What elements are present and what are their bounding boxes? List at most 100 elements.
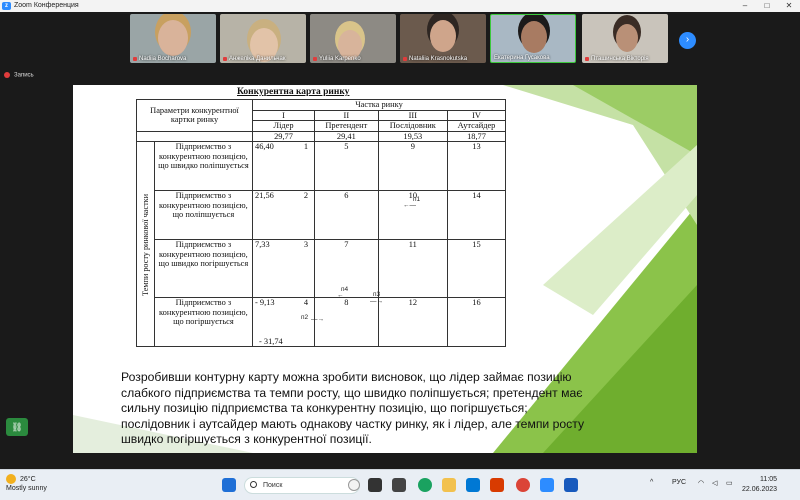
row-value: 7,33: [255, 240, 270, 249]
cell-number: 16: [472, 298, 481, 307]
role-outsider: Аутсайдер: [446, 120, 507, 132]
right-arrow-icon: —→: [311, 316, 324, 323]
table-cell: 7,33 3: [252, 239, 315, 298]
cell-number: 14: [472, 191, 481, 200]
blank-cell: [136, 130, 253, 142]
vertical-axis-label: Темпи росту ринкової частки: [136, 141, 155, 347]
weather-widget[interactable]: 26°C Mostly sunny: [6, 474, 47, 493]
participant-tile[interactable]: Yuliia Karpenko: [310, 14, 396, 63]
role-follower: Послідовник: [377, 120, 448, 132]
battery-icon[interactable]: ▭: [726, 479, 733, 487]
arrow-label: п3: [373, 291, 381, 298]
participant-tile[interactable]: Nadiia Bocharova: [130, 14, 216, 63]
participant-name: Nadiia Bocharova: [139, 56, 187, 62]
cell-number: 11: [408, 240, 417, 249]
table-title: Конкурентна карта ринку: [237, 87, 350, 97]
cell-number: 1: [303, 142, 308, 151]
participant-tile-active[interactable]: Екатерина Гусакова: [490, 14, 576, 63]
next-page-button[interactable]: ›: [679, 32, 696, 49]
close-icon[interactable]: ✕: [778, 0, 800, 12]
role-challenger: Претендент: [314, 120, 379, 132]
share-value: 29,41: [314, 130, 379, 142]
participant-tile[interactable]: Пташинська Вікторія: [582, 14, 668, 63]
bing-icon[interactable]: [348, 479, 360, 491]
zoom-taskbar-icon[interactable]: [540, 478, 554, 492]
cell-number: 8: [344, 298, 349, 307]
participant-name: Yuliia Karpenko: [319, 56, 361, 62]
windows-taskbar: 26°C Mostly sunny Поиск ^ РУС ◠ ◁ ▭ 11:0…: [0, 469, 800, 500]
competitive-map-table: Параметри конкурентної картки ринку Част…: [136, 99, 507, 347]
zoom-window: z Zoom Конференция – □ ✕ Nadiia Bocharov…: [0, 0, 800, 500]
participant-name: Екатерина Гусакова: [494, 55, 550, 61]
search-box[interactable]: Поиск: [244, 477, 360, 494]
office-icon[interactable]: [490, 478, 504, 492]
mic-muted-icon: [585, 57, 589, 61]
task-view-icon[interactable]: [368, 478, 382, 492]
cell-number: 5: [344, 142, 349, 151]
search-placeholder: Поиск: [263, 482, 283, 489]
mic-muted-icon: [403, 57, 407, 61]
title-bar: z Zoom Конференция – □ ✕: [0, 0, 800, 12]
chrome-icon[interactable]: [516, 478, 530, 492]
word-icon[interactable]: [564, 478, 578, 492]
language-indicator[interactable]: РУС: [672, 479, 686, 486]
participant-name: Nataliia Krasnokutska: [409, 56, 468, 62]
row-extra-value: - 31,74: [259, 336, 283, 346]
mic-muted-icon: [313, 57, 317, 61]
table-cell: 46,40 1: [252, 141, 315, 191]
recording-indicator[interactable]: Запись: [4, 72, 34, 79]
participant-strip: Nadiia Bocharova Анжеліка Данильчак Yuli…: [0, 12, 800, 64]
table-cell: 11: [377, 239, 448, 298]
table-cell: 9: [377, 141, 448, 191]
record-icon: [4, 72, 10, 78]
table-cell: 6: [314, 190, 379, 240]
table-cell: 15: [446, 239, 507, 298]
cell-number: 12: [408, 298, 417, 307]
table-cell: 5: [314, 141, 379, 191]
minimize-icon[interactable]: –: [734, 0, 756, 12]
arrow-label: п2: [301, 314, 309, 321]
header-share: Частка ринку: [252, 99, 506, 111]
cell-number: 7: [344, 240, 349, 249]
row-label: Підприємство з конкурентною позицією, що…: [153, 239, 254, 298]
roman-1: I: [252, 109, 315, 121]
row-value: - 9,13: [255, 298, 275, 307]
cell-number: 9: [410, 142, 415, 151]
weather-text: Mostly sunny: [6, 485, 47, 492]
participant-tile[interactable]: Nataliia Krasnokutska: [400, 14, 486, 63]
recording-label: Запись: [14, 72, 34, 79]
table-cell: 8: [314, 297, 379, 347]
tray-chevron-icon[interactable]: ^: [650, 479, 653, 486]
edge-icon[interactable]: [418, 478, 432, 492]
role-leader: Лідер: [252, 120, 315, 132]
left-arrow-icon: ←—: [403, 202, 416, 209]
maximize-icon[interactable]: □: [756, 0, 778, 12]
volume-icon[interactable]: ◁: [712, 479, 717, 487]
participant-name: Анжеліка Данильчак: [229, 56, 286, 62]
widgets-icon[interactable]: [392, 478, 406, 492]
left-arrow-icon: ←: [337, 292, 344, 299]
clock[interactable]: 11:05 22.06.2023: [742, 475, 777, 495]
link-icon[interactable]: ⛓: [6, 418, 28, 436]
mic-muted-icon: [223, 57, 227, 61]
table-cell: 16: [446, 297, 507, 347]
cell-number: 13: [472, 142, 481, 151]
participant-tile[interactable]: Анжеліка Данильчак: [220, 14, 306, 63]
start-icon[interactable]: [222, 478, 236, 492]
file-explorer-icon[interactable]: [442, 478, 456, 492]
temperature: 26°C: [20, 475, 36, 483]
mic-muted-icon: [133, 57, 137, 61]
share-value: 18,77: [446, 130, 507, 142]
cell-number: 3: [303, 240, 308, 249]
participant-name: Пташинська Вікторія: [591, 56, 649, 62]
row-value: 21,56: [255, 191, 274, 200]
search-icon: [250, 481, 257, 488]
wifi-icon[interactable]: ◠: [698, 479, 704, 487]
right-arrow-icon: —→: [370, 298, 383, 305]
roman-4: IV: [446, 109, 507, 121]
zoom-logo-icon: z: [2, 2, 11, 10]
table-cell: - 9,13 4 - 31,74: [252, 297, 315, 347]
table-cell: 21,56 2: [252, 190, 315, 240]
cell-number: 6: [344, 191, 349, 200]
store-icon[interactable]: [466, 478, 480, 492]
